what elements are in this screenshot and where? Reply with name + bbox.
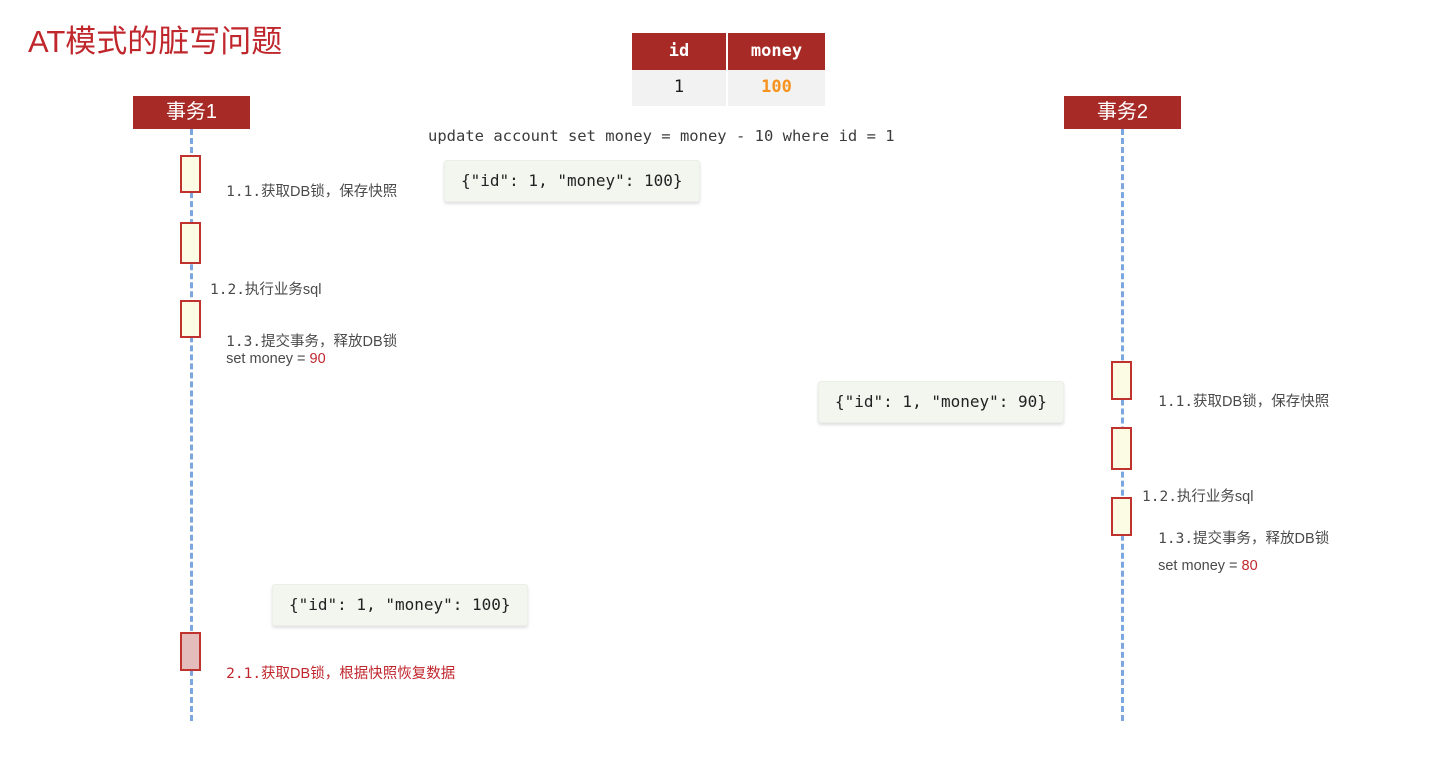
step-text: 提交事务，释放DB锁 bbox=[261, 334, 398, 350]
account-data-table: id money 1 100 bbox=[630, 33, 827, 106]
activation-tx1-step-2 bbox=[180, 222, 201, 264]
activation-tx2-step-1 bbox=[1111, 361, 1132, 400]
step-number: 1.3. bbox=[226, 334, 262, 350]
activation-tx2-step-2 bbox=[1111, 427, 1132, 470]
step-number: 2.1. bbox=[226, 666, 262, 682]
diagram-canvas: AT模式的脏写问题 id money 1 100 update account … bbox=[0, 0, 1456, 764]
callout-restore-tx1: {"id": 1, "money": 100} bbox=[272, 584, 528, 626]
table-cell-id: 1 bbox=[630, 70, 728, 106]
table-cell-money: 100 bbox=[726, 70, 827, 106]
page-title: AT模式的脏写问题 bbox=[28, 24, 283, 59]
step-text: 获取DB锁，保存快照 bbox=[1193, 394, 1330, 410]
actor-header-tx2: 事务2 bbox=[1064, 96, 1181, 129]
step-label-tx2-3: 1.3.提交事务，释放DB锁 bbox=[1142, 505, 1329, 574]
step-number: 1.2. bbox=[210, 282, 245, 298]
step-number: 1.3. bbox=[1158, 531, 1194, 547]
step-number: 1.1. bbox=[226, 184, 262, 200]
table-header-id: id bbox=[630, 33, 728, 70]
step-text: 获取DB锁，根据快照恢复数据 bbox=[261, 666, 456, 682]
step-text: 执行业务sql bbox=[1176, 489, 1254, 505]
step-label-tx1-rollback: 2.1.获取DB锁，根据快照恢复数据 bbox=[210, 640, 455, 709]
activation-tx1-rollback bbox=[180, 632, 201, 671]
table-header-row: id money bbox=[630, 33, 827, 70]
table-row: 1 100 bbox=[630, 70, 827, 106]
step-number: 1.2. bbox=[1142, 489, 1177, 505]
sql-statement: update account set money = money - 10 wh… bbox=[428, 127, 895, 145]
step-number: 1.1. bbox=[1158, 394, 1194, 410]
activation-tx2-step-3 bbox=[1111, 497, 1132, 536]
activation-tx1-step-3 bbox=[180, 300, 201, 338]
step-text: 获取DB锁，保存快照 bbox=[261, 184, 398, 200]
step-label-tx2-1: 1.1.获取DB锁，保存快照 bbox=[1142, 368, 1329, 437]
callout-snapshot-tx1: {"id": 1, "money": 100} bbox=[444, 160, 700, 202]
actor-header-tx1: 事务1 bbox=[133, 96, 250, 129]
activation-tx1-step-1 bbox=[180, 155, 201, 193]
step-label-tx1-3: 1.3.提交事务，释放DB锁 bbox=[210, 308, 397, 377]
step-text: 提交事务，释放DB锁 bbox=[1193, 531, 1330, 547]
lifeline-tx2 bbox=[1121, 129, 1124, 721]
step-text: 执行业务sql bbox=[244, 282, 322, 298]
callout-snapshot-tx2: {"id": 1, "money": 90} bbox=[818, 381, 1064, 423]
step-label-tx1-1: 1.1.获取DB锁，保存快照 bbox=[210, 158, 397, 227]
table-header-money: money bbox=[726, 33, 827, 70]
